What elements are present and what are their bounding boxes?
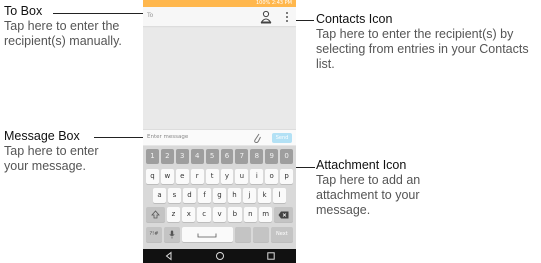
key-j[interactable]: j (243, 188, 256, 203)
key-b[interactable]: b (228, 207, 242, 222)
attachment-icon-description: Tap here to add an attachment to your me… (316, 173, 421, 217)
message-box-callout: Message Box Tap here to enter your messa… (4, 129, 124, 174)
key-d[interactable]: d (183, 188, 196, 203)
contacts-icon-description: Tap here to enter the recipient(s) by se… (316, 27, 529, 71)
key-c[interactable]: c (197, 207, 211, 222)
key-7[interactable]: 7 (235, 149, 249, 164)
on-screen-keyboard: 1 2 3 4 5 6 7 8 9 0 q w e r t y u i o p … (143, 146, 296, 249)
keyboard-row-1: q w e r t y u i o p (145, 169, 294, 185)
key-r[interactable]: r (190, 169, 204, 184)
backspace-key[interactable] (274, 207, 294, 222)
key-f[interactable]: f (198, 188, 211, 203)
send-button[interactable]: Send (272, 133, 292, 143)
key-9[interactable]: 9 (265, 149, 279, 164)
next-key[interactable]: Next (270, 227, 294, 242)
message-box-leader-line (94, 137, 148, 138)
key-i[interactable]: i (250, 169, 264, 184)
backspace-icon (278, 211, 289, 218)
key-q[interactable]: q (146, 169, 159, 184)
conversation-area (143, 28, 296, 129)
key-4[interactable]: 4 (190, 149, 204, 164)
key-e[interactable]: e (175, 169, 189, 184)
keyboard-row-4: ?!# Next (145, 227, 294, 243)
recent-apps-icon[interactable] (266, 251, 276, 261)
key-h[interactable]: h (228, 188, 241, 203)
to-box-description: Tap here to enter the recipient(s) manua… (4, 19, 122, 48)
voice-key[interactable] (163, 227, 180, 242)
key-y[interactable]: y (220, 169, 234, 184)
to-box-title: To Box (4, 4, 43, 18)
shift-arrow-icon (150, 210, 160, 219)
key-8[interactable]: 8 (250, 149, 264, 164)
key-2[interactable]: 2 (160, 149, 174, 164)
key-w[interactable]: w (160, 169, 174, 184)
key-s[interactable]: s (168, 188, 181, 203)
key-m[interactable]: m (258, 207, 273, 222)
to-bar: To (143, 7, 296, 27)
key-g[interactable]: g (213, 188, 226, 203)
key-a[interactable]: a (153, 188, 166, 203)
space-bar-icon (197, 233, 217, 238)
contacts-icon-title: Contacts Icon (316, 12, 393, 26)
key-3[interactable]: 3 (175, 149, 189, 164)
symbols-key[interactable]: ?!# (146, 227, 162, 242)
key-6[interactable]: 6 (220, 149, 234, 164)
key-n[interactable]: n (243, 207, 257, 222)
to-box-callout: To Box Tap here to enter the recipient(s… (4, 4, 142, 49)
keyboard-row-3: z x c v b n m (145, 207, 294, 223)
keyboard-row-2: a s d f g h j k l (152, 188, 287, 204)
key-0[interactable]: 0 (280, 149, 294, 164)
home-icon[interactable] (215, 251, 225, 261)
paperclip-icon[interactable] (252, 132, 262, 144)
period-key[interactable] (234, 227, 251, 242)
status-text: 100% 2:43 PM (255, 0, 292, 6)
comma-key[interactable] (252, 227, 269, 242)
space-key[interactable] (181, 227, 233, 242)
microphone-icon (169, 230, 175, 239)
key-u[interactable]: u (235, 169, 249, 184)
key-k[interactable]: k (258, 188, 271, 203)
status-bar: 100% 2:43 PM (143, 0, 296, 7)
shift-key[interactable] (146, 207, 165, 222)
contacts-icon[interactable] (260, 10, 272, 24)
key-p[interactable]: p (280, 169, 294, 184)
attachment-icon-callout: Attachment Icon Tap here to add an attac… (316, 158, 466, 218)
phone-screen: 100% 2:43 PM To Enter message Send 1 2 3… (143, 0, 296, 263)
key-5[interactable]: 5 (205, 149, 219, 164)
message-input[interactable]: Enter message (147, 134, 188, 140)
back-icon[interactable] (164, 251, 174, 261)
message-box-description: Tap here to enter your message. (4, 144, 99, 173)
key-z[interactable]: z (166, 207, 181, 222)
key-v[interactable]: v (212, 207, 227, 222)
key-x[interactable]: x (182, 207, 196, 222)
navigation-bar (143, 249, 296, 263)
key-o[interactable]: o (265, 169, 279, 184)
to-input[interactable]: To (147, 12, 153, 19)
message-bar: Enter message Send (143, 129, 296, 145)
key-l[interactable]: l (273, 188, 286, 203)
key-1[interactable]: 1 (146, 149, 159, 164)
overflow-menu-icon[interactable] (284, 11, 290, 23)
attachment-icon-title: Attachment Icon (316, 158, 407, 172)
key-t[interactable]: t (205, 169, 219, 184)
keyboard-number-row: 1 2 3 4 5 6 7 8 9 0 (145, 149, 294, 165)
contacts-icon-callout: Contacts Icon Tap here to enter the reci… (316, 12, 538, 72)
